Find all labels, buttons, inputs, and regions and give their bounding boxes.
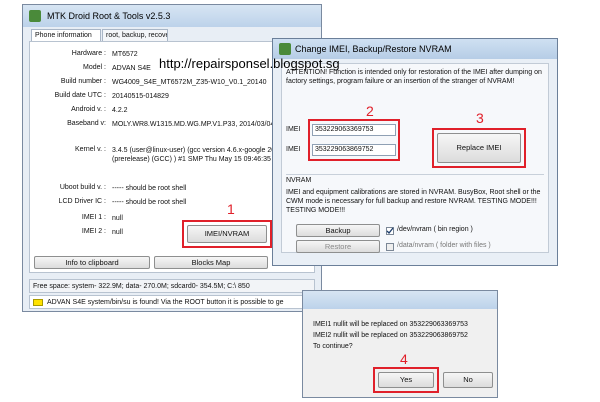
confirm-dialog: IMEI1 nullit will be replaced on 3532290…	[302, 290, 498, 398]
nvram-section-label: NVRAM	[286, 177, 312, 184]
hardware-label: Hardware :	[71, 50, 106, 57]
main-window-title: MTK Droid Root & Tools v2.5.3	[47, 11, 171, 21]
nvram-description: IMEI and equipment calibrations are stor…	[286, 189, 541, 214]
lcd-driver-label: LCD Driver IC :	[58, 198, 106, 205]
app-icon	[29, 10, 41, 22]
step-1-annotation: 1	[227, 201, 235, 217]
message-text: ADVAN S4E system/bin/su is found! Via th…	[47, 299, 284, 306]
kernel-label: Kernel v. :	[75, 146, 106, 153]
imei2-value: null	[112, 229, 123, 236]
info-to-clipboard-button[interactable]: Info to clipboard	[34, 256, 150, 269]
imei1-value: null	[112, 215, 123, 222]
step-3-annotation: 3	[476, 110, 484, 126]
dev-nvram-option-label: /dev/nvram ( bin region )	[397, 226, 473, 233]
dev-nvram-checkbox[interactable]	[386, 227, 394, 235]
main-titlebar[interactable]: MTK Droid Root & Tools v2.5.3	[23, 5, 321, 27]
uboot-label: Uboot build v. :	[59, 184, 106, 191]
android-version-value: 4.2.2	[112, 107, 128, 114]
checkmark-icon	[386, 227, 394, 234]
divider	[286, 174, 544, 175]
imei2-label: IMEI 2 :	[81, 228, 106, 235]
nvram-content-panel: ATTENTION! Function is intended only for…	[281, 63, 549, 253]
data-nvram-option-label: /data/nvram ( folder with files )	[397, 242, 491, 249]
free-space-text: Free space: system- 322.9M; data- 270.0M…	[33, 283, 250, 290]
change-imei-nvram-window: Change IMEI, Backup/Restore NVRAM ATTENT…	[272, 38, 558, 266]
free-space-status-bar: Free space: system- 322.9M; data- 270.0M…	[29, 279, 315, 293]
step-4-annotation: 4	[400, 351, 408, 367]
lcd-driver-value: ----- should be root shell	[112, 199, 187, 206]
build-date-value: 20140515-014829	[112, 93, 169, 100]
imei1-field-label: IMEI	[286, 126, 301, 133]
app-icon	[279, 43, 291, 55]
confirm-titlebar[interactable]	[303, 291, 497, 309]
imei1-label: IMEI 1 :	[81, 214, 106, 221]
model-label: Model :	[83, 64, 106, 71]
imei1-input[interactable]: 353229063369753	[312, 124, 396, 136]
no-button[interactable]: No	[443, 372, 493, 388]
yellow-indicator-icon	[33, 299, 43, 306]
android-version-label: Android v. :	[71, 106, 106, 113]
watermark-url: http://repairsponsel.blogspot.sg	[159, 56, 340, 71]
hardware-value: MT6572	[112, 51, 138, 58]
baseband-value: MOLY.WR8.W1315.MD.WG.MP.V1.P33, 2014/03/…	[112, 121, 294, 128]
confirm-line-2: IMEI2 nullit will be replaced on 3532290…	[313, 332, 468, 339]
baseband-label: Baseband v:	[67, 120, 106, 127]
yes-button[interactable]: Yes	[378, 372, 434, 388]
imei2-input[interactable]: 353229063869752	[312, 144, 396, 156]
backup-button[interactable]: Backup	[296, 224, 380, 237]
build-date-label: Build date UTC :	[54, 92, 106, 99]
uboot-value: ----- should be root shell	[112, 185, 187, 192]
step-2-annotation: 2	[366, 103, 374, 119]
imei2-field-label: IMEI	[286, 146, 301, 153]
confirm-line-3: To continue?	[313, 343, 353, 350]
blocks-map-button[interactable]: Blocks Map	[154, 256, 268, 269]
data-nvram-checkbox[interactable]	[386, 243, 394, 251]
nvram-window-title: Change IMEI, Backup/Restore NVRAM	[295, 44, 452, 54]
imei-nvram-button[interactable]: IMEI/NVRAM	[187, 225, 267, 243]
restore-button[interactable]: Restore	[296, 240, 380, 253]
build-number-label: Build number :	[60, 78, 106, 85]
confirm-line-1: IMEI1 nullit will be replaced on 3532290…	[313, 321, 468, 328]
replace-imei-button[interactable]: Replace IMEI	[437, 133, 521, 163]
model-value: ADVAN S4E	[112, 65, 151, 72]
message-bar: ADVAN S4E system/bin/su is found! Via th…	[29, 295, 315, 309]
